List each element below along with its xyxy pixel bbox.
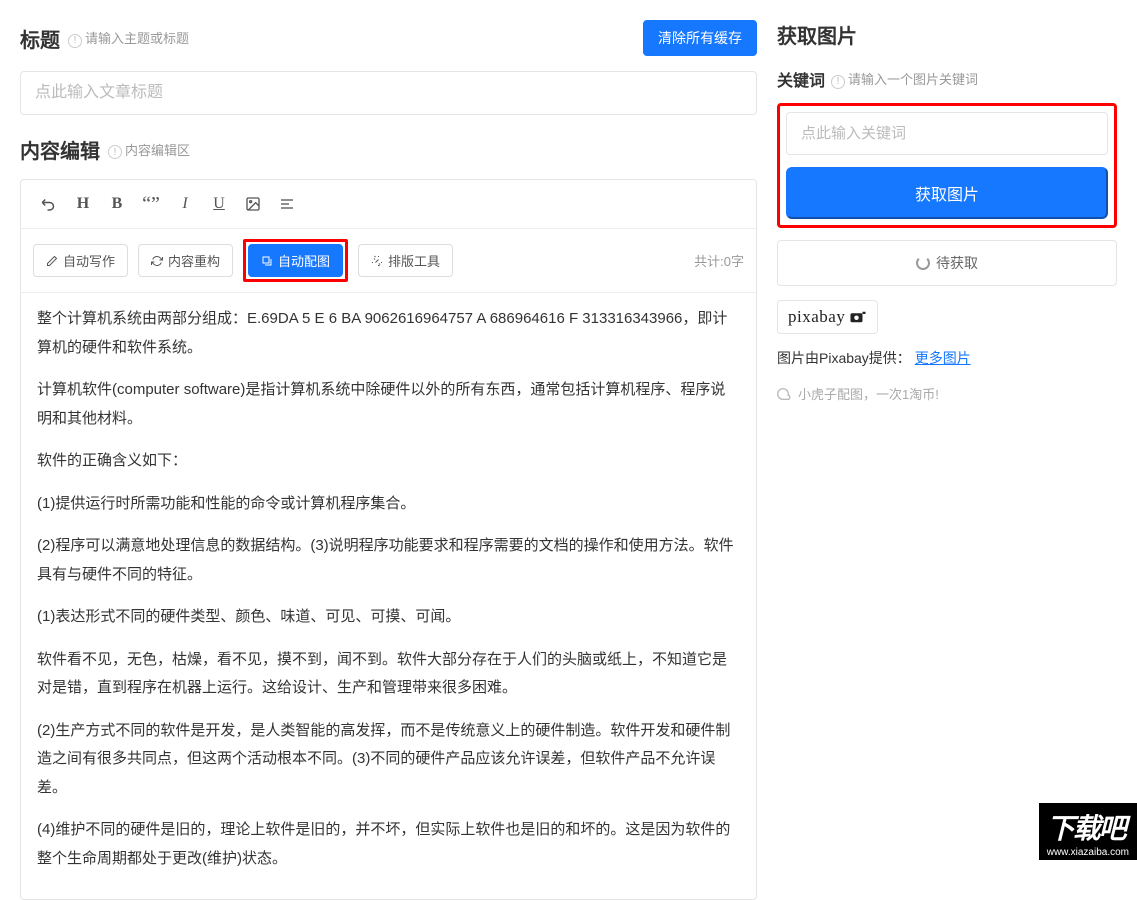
refresh-icon [151,255,163,267]
keyword-label: 关键词 [777,67,825,91]
align-icon[interactable] [271,188,303,220]
undo-icon[interactable] [33,188,65,220]
keyword-hint: !请输入一个图片关键词 [831,69,978,89]
pencil-icon [46,255,58,267]
provider-text: 图片由Pixabay提供： 更多图片 [777,348,1117,368]
clear-cache-button[interactable]: 清除所有缓存 [643,20,757,56]
content-paragraph: 计算机软件(computer software)是指计算机系统中除硬件以外的所有… [37,376,740,433]
title-hint: !请输入主题或标题 [68,28,189,48]
info-icon: ! [108,145,122,159]
content-paragraph: (1)表达形式不同的硬件类型、颜色、味道、可见、可摸、可闻。 [37,603,740,632]
editor-label: 内容编辑 [20,135,100,164]
camera-icon [849,310,867,324]
format-toolbar: H B “” I U [21,180,756,229]
watermark: 下载吧 www.xiazaiba.com [1039,803,1137,860]
action-toolbar: 自动写作 内容重构 自动配图 排版工具 共计:0字 [21,229,756,293]
rebuild-button[interactable]: 内容重构 [138,244,233,277]
italic-icon[interactable]: I [169,188,201,220]
highlight-keyword-box: 获取图片 [777,103,1117,228]
info-icon: ! [68,34,82,48]
layout-tool-button[interactable]: 排版工具 [358,244,453,277]
content-paragraph: (2)生产方式不同的软件是开发，是人类智能的高发挥，而不是传统意义上的硬件制造。… [37,717,740,803]
fetch-image-button[interactable]: 获取图片 [786,167,1108,219]
more-images-link[interactable]: 更多图片 [915,350,971,366]
highlight-auto-image: 自动配图 [243,239,348,282]
auto-image-button[interactable]: 自动配图 [248,244,343,277]
content-paragraph: (4)维护不同的硬件是旧的，理论上软件是旧的，并不坏，但实际上软件也是旧的和坏的… [37,816,740,873]
info-icon: ! [831,75,845,89]
content-paragraph: 软件的正确含义如下： [37,447,740,476]
content-paragraph: (1)提供运行时所需功能和性能的命令或计算机程序集合。 [37,490,740,519]
fetch-status: 待获取 [777,240,1117,286]
content-paragraph: (2)程序可以满意地处理信息的数据结构。(3)说明程序功能要求和程序需要的文档的… [37,532,740,589]
keyword-input[interactable] [786,112,1108,155]
bold-icon[interactable]: B [101,188,133,220]
cloud-icon [777,388,793,400]
layers-icon [261,255,273,267]
editor-hint: !内容编辑区 [108,140,190,160]
heading-icon[interactable]: H [67,188,99,220]
footer-note: 小虎子配图，一次1淘币! [777,384,1117,403]
quote-icon[interactable]: “” [135,188,167,220]
title-label: 标题 [20,24,60,53]
content-paragraph: 软件看不见，无色，枯燥，看不见，摸不到，闻不到。软件大部分存在于人们的头脑或纸上… [37,646,740,703]
editor-header: 内容编辑 !内容编辑区 [20,135,757,164]
auto-write-button[interactable]: 自动写作 [33,244,128,277]
loading-icon [916,256,930,270]
wand-icon [371,255,383,267]
title-header: 标题 !请输入主题或标题 清除所有缓存 [20,20,757,56]
content-paragraph: 整个计算机系统由两部分组成：E.69DA 5 E 6 BA 9062616964… [37,305,740,362]
pixabay-badge: pixabay [777,300,878,334]
editor-box: H B “” I U 自动写作 内容重构 [20,179,757,900]
image-panel-title: 获取图片 [777,20,1117,49]
word-count: 共计:0字 [694,251,744,270]
keyword-label-row: 关键词 !请输入一个图片关键词 [777,67,1117,91]
image-icon[interactable] [237,188,269,220]
content-area[interactable]: 整个计算机系统由两部分组成：E.69DA 5 E 6 BA 9062616964… [21,293,756,899]
title-input[interactable] [20,71,757,115]
underline-icon[interactable]: U [203,188,235,220]
